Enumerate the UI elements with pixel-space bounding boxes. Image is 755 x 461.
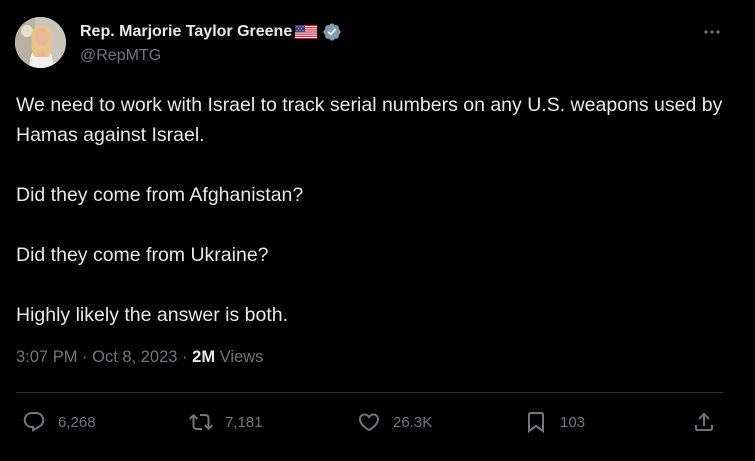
divider: [16, 392, 723, 393]
action-bar: 6,268 7,181 26.3K 103: [0, 404, 755, 440]
reply-count: 6,268: [58, 413, 96, 431]
tweet-time[interactable]: 3:07 PM: [16, 348, 77, 366]
more-options-icon[interactable]: [700, 22, 724, 42]
tweet-date[interactable]: Oct 8, 2023: [92, 348, 177, 366]
reply-icon: [23, 412, 45, 432]
bookmark-icon: [528, 412, 544, 433]
verified-badge-icon[interactable]: [322, 22, 342, 42]
repost-count: 7,181: [225, 413, 263, 431]
views-count[interactable]: 2M: [192, 348, 215, 366]
tweet: Rep. Marjorie Taylor Greene @RepMTG We n…: [0, 0, 755, 461]
share-button[interactable]: [692, 404, 716, 440]
reply-button[interactable]: 6,268: [22, 404, 96, 440]
tweet-paragraph: We need to work with Israel to track ser…: [16, 94, 723, 146]
bookmark-button[interactable]: 103: [524, 404, 585, 440]
share-icon: [695, 412, 713, 431]
meta-separator: ·: [82, 348, 88, 366]
bookmark-count: 103: [560, 413, 586, 431]
tweet-meta: 3:07 PM · Oct 8, 2023 · 2M Views: [16, 348, 263, 367]
display-name[interactable]: Rep. Marjorie Taylor Greene: [80, 23, 292, 41]
heart-icon: [358, 413, 380, 432]
tweet-paragraph: Did they come from Afghanistan?: [16, 184, 304, 206]
name-row: Rep. Marjorie Taylor Greene: [80, 22, 342, 42]
us-flag-icon: [295, 25, 318, 39]
like-button[interactable]: 26.3K: [357, 404, 432, 440]
views-label: Views: [219, 348, 264, 366]
meta-separator: ·: [182, 348, 188, 366]
profile-photo-icon: [15, 17, 66, 68]
repost-button[interactable]: 7,181: [189, 404, 263, 440]
avatar[interactable]: [15, 17, 66, 68]
tweet-paragraph: Highly likely the answer is both.: [16, 304, 289, 326]
handle[interactable]: @RepMTG: [80, 47, 161, 65]
like-count: 26.3K: [393, 413, 433, 431]
repost-icon: [189, 413, 213, 431]
tweet-text: We need to work with Israel to track ser…: [16, 90, 736, 330]
tweet-paragraph: Did they come from Ukraine?: [16, 244, 269, 266]
